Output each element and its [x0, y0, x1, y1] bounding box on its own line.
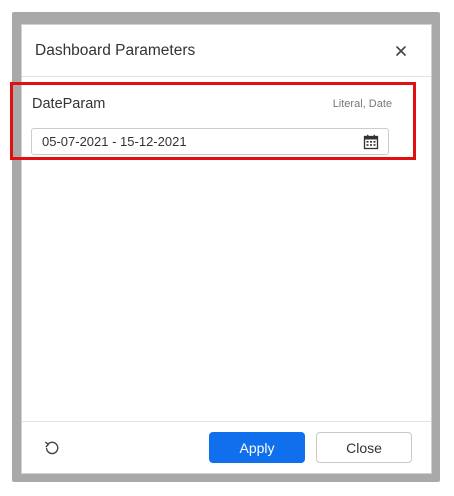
dialog-title: Dashboard Parameters [35, 41, 196, 59]
parameter-name: DateParam [32, 96, 106, 112]
dialog-header: Dashboard Parameters [22, 25, 431, 77]
dialog-footer: Apply Close [22, 421, 431, 473]
calendar-icon[interactable] [363, 134, 379, 150]
close-button[interactable]: Close [316, 432, 412, 463]
date-range-input[interactable]: 05-07-2021 - 15-12-2021 [31, 128, 389, 155]
parameter-type: Literal, Date [332, 98, 392, 110]
apply-button[interactable]: Apply [209, 432, 305, 463]
dialog-body: DateParam Literal, Date 05-07-2021 - 15-… [10, 77, 431, 421]
date-range-value[interactable]: 05-07-2021 - 15-12-2021 [42, 134, 187, 149]
footer-buttons: Apply Close [209, 432, 412, 463]
reset-icon[interactable] [44, 439, 62, 457]
dashboard-parameters-dialog: Dashboard Parameters DateParam Literal, … [10, 24, 432, 474]
close-icon[interactable] [393, 43, 409, 59]
parameter-highlight-box: DateParam Literal, Date 05-07-2021 - 15-… [10, 82, 416, 160]
